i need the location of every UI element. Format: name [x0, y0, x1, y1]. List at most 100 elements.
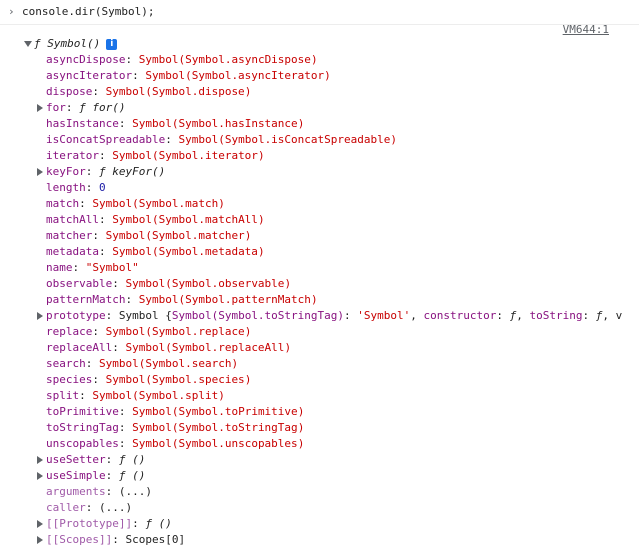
property-key: asyncDispose — [46, 53, 126, 66]
property-separator: : — [65, 101, 80, 114]
property-row: hasInstance: Symbol(Symbol.hasInstance) — [0, 116, 639, 132]
property-value: ƒ () — [118, 453, 146, 466]
property-row: match: Symbol(Symbol.match) — [0, 196, 639, 212]
property-key: iterator — [46, 149, 99, 162]
property-row: caller: (...) — [0, 500, 639, 516]
property-key: patternMatch — [46, 293, 126, 306]
property-key: useSimple — [46, 469, 106, 482]
property-row: replace: Symbol(Symbol.replace) — [0, 324, 639, 340]
property-value: Symbol(Symbol.observable) — [125, 277, 292, 290]
property-value: ƒ () — [118, 469, 146, 482]
property-key: metadata — [46, 245, 99, 258]
property-separator: : — [79, 389, 93, 402]
property-key: useSetter — [46, 453, 106, 466]
property-key: isConcatSpreadable — [46, 133, 166, 146]
property-key: dispose — [46, 85, 93, 98]
triangle-right-icon[interactable] — [37, 168, 43, 176]
property-value: Symbol(Symbol.patternMatch) — [138, 293, 318, 306]
property-value[interactable]: (...) — [119, 485, 152, 498]
property-key: [[Prototype]] — [46, 517, 133, 530]
property-row: arguments: (...) — [0, 484, 639, 500]
triangle-right-icon[interactable] — [37, 312, 43, 320]
property-value: "Symbol" — [85, 261, 139, 274]
property-separator: : — [105, 453, 119, 466]
property-value: Symbol(Symbol.metadata) — [112, 245, 265, 258]
property-row: name: "Symbol" — [0, 260, 639, 276]
property-separator: : — [165, 133, 179, 146]
property-row: matcher: Symbol(Symbol.matcher) — [0, 228, 639, 244]
property-row[interactable]: prototype: Symbol {Symbol(Symbol.toStrin… — [0, 308, 639, 324]
property-value: Symbol(Symbol.matchAll) — [112, 213, 265, 226]
property-separator: : — [98, 149, 113, 162]
property-key: keyFor — [46, 165, 86, 178]
property-row[interactable]: keyFor: ƒ keyFor() — [0, 164, 639, 180]
property-value: Symbol(Symbol.asyncDispose) — [138, 53, 318, 66]
triangle-down-icon[interactable] — [24, 41, 32, 47]
property-separator: : — [118, 405, 133, 418]
property-key: unscopables — [46, 437, 119, 450]
property-key: observable — [46, 277, 113, 290]
chevron-right-icon: › — [8, 5, 15, 18]
console-input-text[interactable]: console.dir(Symbol); — [22, 4, 154, 20]
object-tree: ƒ Symbol() i asyncDispose: Symbol(Symbol.… — [0, 36, 639, 548]
property-separator: : — [92, 325, 106, 338]
property-separator: : — [79, 197, 93, 210]
property-row[interactable]: useSetter: ƒ () — [0, 452, 639, 468]
property-value: Symbol(Symbol.match) — [92, 197, 225, 210]
property-separator: : — [118, 117, 133, 130]
property-key: length — [46, 181, 86, 194]
property-row: toPrimitive: Symbol(Symbol.toPrimitive) — [0, 404, 639, 420]
property-value: Symbol(Symbol.iterator) — [112, 149, 265, 162]
property-value: ƒ for() — [79, 101, 126, 114]
property-row[interactable]: [[Prototype]]: ƒ () — [0, 516, 639, 532]
property-value: Symbol(Symbol.species) — [105, 373, 252, 386]
property-key: replace — [46, 325, 93, 338]
console-input-row: › console.dir(Symbol); — [0, 0, 639, 25]
property-value: Symbol(Symbol.isConcatSpreadable) — [178, 133, 398, 146]
property-row: matchAll: Symbol(Symbol.matchAll) — [0, 212, 639, 228]
property-key: toPrimitive — [46, 405, 119, 418]
property-separator: : — [132, 69, 146, 82]
property-value: Symbol(Symbol.asyncIterator) — [145, 69, 331, 82]
property-value: Symbol(Symbol.replace) — [105, 325, 252, 338]
property-separator: : — [112, 341, 126, 354]
property-value: 0 — [99, 181, 106, 194]
property-value: ƒ keyFor() — [99, 165, 166, 178]
property-separator: : — [92, 85, 106, 98]
property-key: search — [46, 357, 86, 370]
source-link[interactable]: VM644:1 — [563, 23, 609, 37]
property-row: observable: Symbol(Symbol.observable) — [0, 276, 639, 292]
property-separator: : — [118, 421, 133, 434]
property-separator: : — [105, 485, 119, 498]
property-value: Symbol {Symbol(Symbol.toStringTag): 'Sym… — [118, 309, 623, 322]
property-key: hasInstance — [46, 117, 119, 130]
property-row: isConcatSpreadable: Symbol(Symbol.isConc… — [0, 132, 639, 148]
triangle-right-icon[interactable] — [37, 472, 43, 480]
property-row: split: Symbol(Symbol.split) — [0, 388, 639, 404]
triangle-right-icon[interactable] — [37, 104, 43, 112]
property-value: Scopes[0] — [125, 533, 186, 546]
triangle-right-icon[interactable] — [37, 536, 43, 544]
property-row: asyncDispose: Symbol(Symbol.asyncDispose… — [0, 52, 639, 68]
property-row[interactable]: [[Scopes]]: Scopes[0] — [0, 532, 639, 548]
property-key: replaceAll — [46, 341, 113, 354]
property-key: toStringTag — [46, 421, 119, 434]
property-separator: : — [85, 165, 99, 178]
property-key: split — [46, 389, 80, 402]
property-separator: : — [85, 181, 99, 194]
property-row: unscopables: Symbol(Symbol.unscopables) — [0, 436, 639, 452]
property-key: asyncIterator — [46, 69, 133, 82]
property-row: iterator: Symbol(Symbol.iterator) — [0, 148, 639, 164]
property-row[interactable]: for: ƒ for() — [0, 100, 639, 116]
tree-root-row[interactable]: ƒ Symbol() i — [0, 36, 639, 52]
property-key: caller — [46, 501, 86, 514]
triangle-right-icon[interactable] — [37, 520, 43, 528]
property-row: replaceAll: Symbol(Symbol.replaceAll) — [0, 340, 639, 356]
property-row[interactable]: useSimple: ƒ () — [0, 468, 639, 484]
property-key: species — [46, 373, 93, 386]
info-icon[interactable]: i — [106, 39, 118, 50]
triangle-right-icon[interactable] — [37, 456, 43, 464]
property-value: Symbol(Symbol.replaceAll) — [125, 341, 292, 354]
property-value[interactable]: (...) — [99, 501, 132, 514]
property-separator: : — [92, 373, 106, 386]
